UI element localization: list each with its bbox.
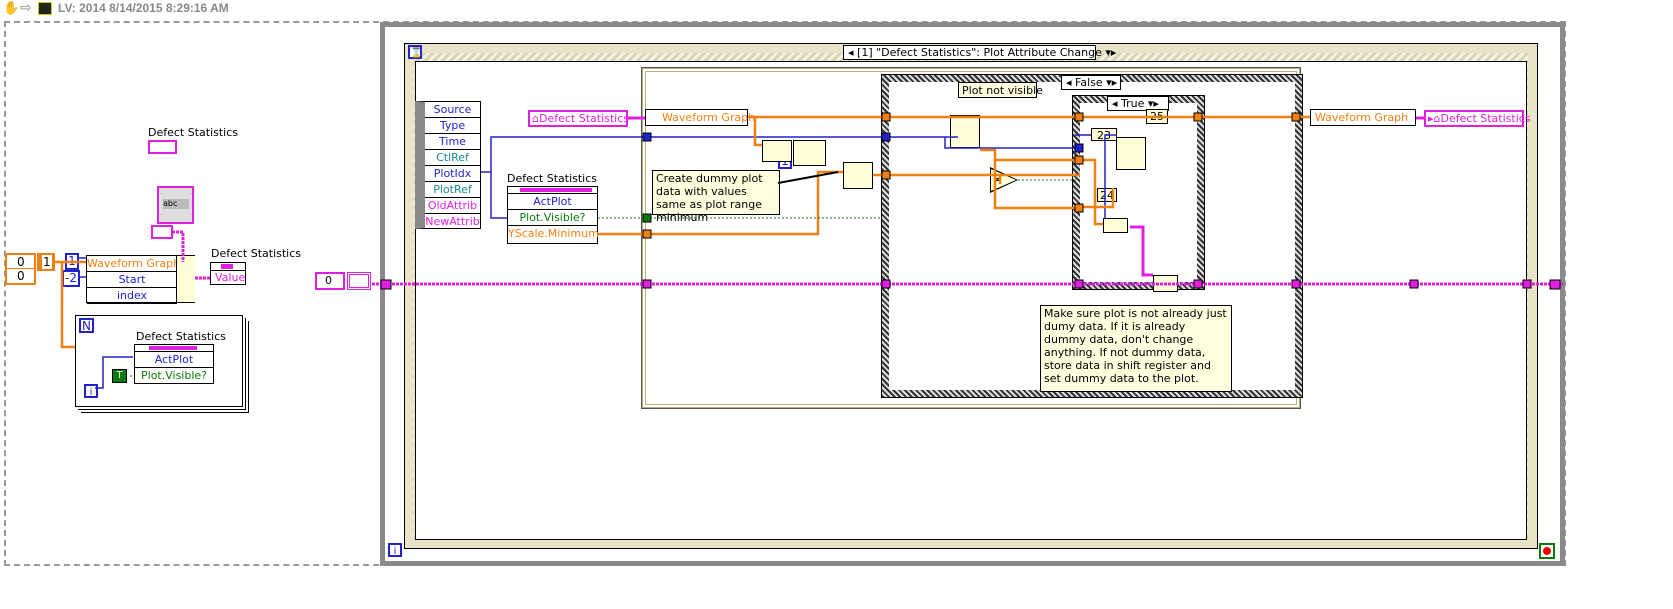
tunnel	[1193, 279, 1203, 289]
tunnel	[1074, 279, 1084, 289]
tunnel	[881, 132, 891, 142]
orange-wire	[55, 260, 86, 349]
tunnel	[1074, 155, 1084, 165]
tunnel	[642, 229, 652, 239]
green-wire	[130, 179, 1078, 377]
blue-wire	[79, 257, 133, 389]
tunnel	[881, 170, 891, 180]
tunnel	[1074, 203, 1084, 213]
tunnel	[1291, 112, 1301, 122]
tunnel	[1074, 143, 1084, 153]
tunnel	[642, 132, 652, 142]
tunnel	[1522, 279, 1532, 289]
tunnel	[881, 279, 891, 289]
tunnel	[642, 213, 652, 223]
pink-wire	[628, 116, 1424, 277]
tunnel	[1193, 112, 1203, 122]
tunnel	[1074, 112, 1084, 122]
tunnel	[1291, 279, 1301, 289]
shift-register-left	[380, 279, 392, 290]
shift-register-right	[1549, 279, 1561, 290]
tunnel	[881, 112, 891, 122]
pink-wire	[172, 230, 210, 280]
wires	[55, 112, 1563, 389]
comment-arrow	[777, 171, 839, 184]
tunnel	[1409, 279, 1419, 289]
blue-wire	[481, 134, 1117, 219]
tunnel	[642, 279, 652, 289]
orange-wire	[598, 115, 1310, 236]
